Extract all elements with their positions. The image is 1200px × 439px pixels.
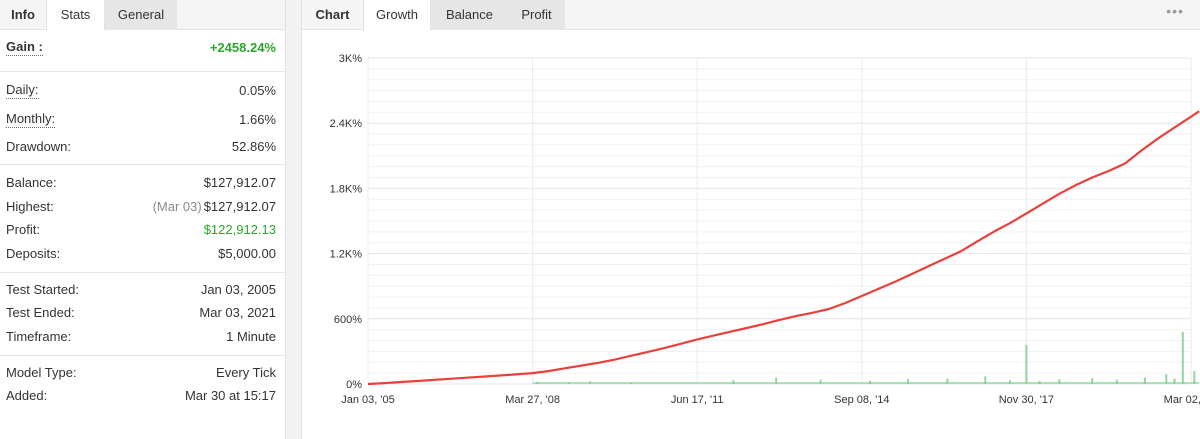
y-tick-label: 1.8K%	[330, 183, 363, 195]
volume-bar	[1181, 331, 1184, 384]
x-tick-label: Sep 08, '14	[834, 394, 889, 406]
stat-row-gain: Gain : +2458.24%	[6, 38, 276, 58]
highest-amount: $127,912.07	[203, 199, 276, 214]
drawdown-label: Drawdown:	[6, 139, 72, 154]
profit-value: $122,912.13	[203, 222, 276, 237]
added-label: Added:	[6, 388, 48, 403]
gain-label[interactable]: Gain :	[6, 38, 43, 56]
profit-label: Profit:	[6, 222, 40, 237]
test-ended-label: Test Ended:	[6, 305, 75, 320]
tab-info[interactable]: Info	[0, 0, 46, 30]
stat-row-profit: Profit: $122,912.13	[6, 220, 276, 240]
stat-row-test-ended: Test Ended: Mar 03, 2021	[6, 303, 276, 323]
stat-row-deposits: Deposits: $5,000.00	[6, 244, 276, 264]
daily-label[interactable]: Daily:	[6, 81, 39, 99]
y-tick-label: 2.4K%	[330, 118, 363, 130]
timeframe-label: Timeframe:	[6, 329, 72, 344]
stat-row-monthly: Monthly: 1.66%	[6, 110, 276, 130]
x-tick-label: Jan 03, '05	[341, 394, 394, 406]
volume-bar	[1025, 344, 1028, 384]
stats-panel: Info Stats General Gain : +2458.24% Dail…	[0, 0, 286, 439]
stat-row-added: Added: Mar 30 at 15:17	[6, 386, 276, 406]
divider	[0, 272, 286, 273]
highest-date-note: (Mar 03)	[152, 199, 202, 214]
stat-row-timeframe: Timeframe: 1 Minute	[6, 327, 276, 347]
x-axis-ticks: Jan 03, '05 Mar 27, '08 Jun 17, '11 Sep 08,…	[341, 394, 1200, 406]
y-axis-ticks: 0% 600% 1.2K% 1.8K% 2.4K% 3K%	[330, 53, 363, 391]
stat-row-drawdown: Drawdown: 52.86%	[6, 137, 276, 157]
test-ended-value: Mar 03, 2021	[199, 305, 276, 320]
y-tick-label: 0%	[346, 379, 362, 391]
y-tick-label: 3K%	[339, 53, 362, 65]
model-type-label: Model Type:	[6, 365, 77, 380]
x-tick-label: Jun 17, '11	[671, 394, 724, 406]
stat-row-model-type: Model Type: Every Tick	[6, 363, 276, 383]
deposits-value: $5,000.00	[218, 246, 276, 261]
stats-tabbar: Info Stats General	[0, 0, 285, 31]
drawdown-value: 52.86%	[231, 139, 276, 154]
series-line	[367, 110, 1200, 386]
x-tick-label: Mar 02, '21	[1164, 394, 1200, 406]
y-tick-label: 600%	[334, 314, 362, 326]
model-type-value: Every Tick	[216, 365, 276, 380]
growth-chart[interactable]: 0% 600% 1.2K% 1.8K% 2.4K% 3K% Jan 03, '05 Mar …	[302, 0, 1200, 439]
stat-row-daily: Daily: 0.05%	[6, 81, 276, 101]
highest-value: (Mar 03) $127,912.07	[153, 197, 276, 217]
tab-stats[interactable]: Stats	[46, 0, 105, 31]
highest-label: Highest:	[6, 199, 54, 214]
deposits-label: Deposits:	[6, 246, 61, 261]
stat-row-highest: Highest: (Mar 03) $127,912.07	[6, 197, 276, 217]
test-started-value: Jan 03, 2005	[200, 282, 276, 297]
test-started-label: Test Started:	[6, 282, 79, 297]
monthly-value: 1.66%	[239, 112, 276, 127]
y-tick-label: 1.2K%	[330, 249, 363, 261]
tab-general[interactable]: General	[105, 0, 177, 30]
gain-value: +2458.24%	[209, 40, 276, 55]
divider	[0, 71, 286, 72]
volume-bars	[532, 331, 1200, 384]
monthly-label[interactable]: Monthly:	[6, 110, 56, 128]
stat-row-balance: Balance: $127,912.07	[6, 173, 276, 193]
balance-label: Balance:	[6, 175, 57, 190]
timeframe-value: 1 Minute	[226, 329, 276, 344]
chart-grid	[367, 57, 1192, 385]
x-tick-label: Nov 30, '17	[999, 394, 1054, 406]
growth-line	[367, 110, 1200, 386]
chart-panel: Chart Growth Balance Profit ••• 0% 600% 1.…	[301, 0, 1200, 439]
divider	[0, 164, 286, 165]
stat-row-test-started: Test Started: Jan 03, 2005	[6, 280, 276, 300]
x-tick-label: Mar 27, '08	[505, 394, 560, 406]
divider	[0, 355, 286, 356]
added-value: Mar 30 at 15:17	[184, 388, 276, 403]
daily-value: 0.05%	[239, 83, 276, 98]
balance-value: $127,912.07	[203, 175, 276, 190]
